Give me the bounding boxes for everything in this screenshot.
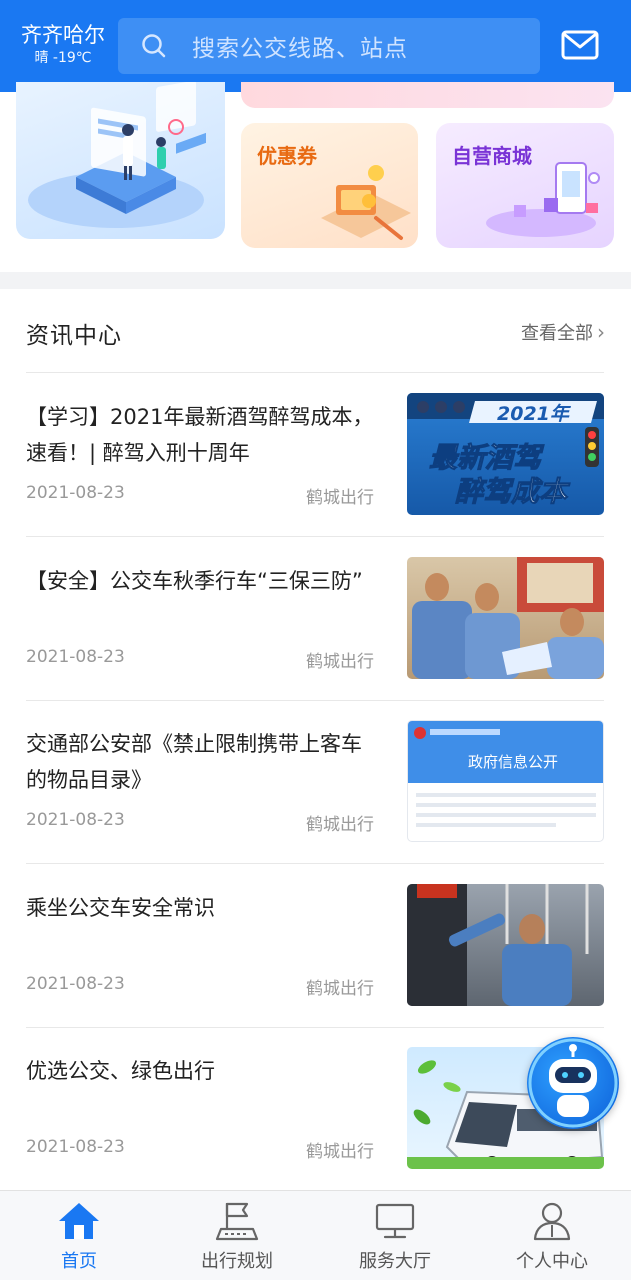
tab-label: 服务大厅 bbox=[359, 1251, 431, 1272]
news-item-source: 鹤城出行 bbox=[306, 815, 374, 835]
news-item-source: 鹤城出行 bbox=[306, 488, 374, 508]
city-name[interactable]: 齐齐哈尔 bbox=[18, 22, 108, 48]
news-item[interactable]: 乘坐公交车安全常识 2021-08-23 鹤城出行 bbox=[0, 864, 631, 1028]
bottom-tab-bar: 首页 出行规划 服务大厅 个人中心 bbox=[0, 1190, 631, 1280]
news-item-date: 2021-08-23 bbox=[26, 974, 125, 994]
news-item-date: 2021-08-23 bbox=[26, 810, 125, 830]
news-thumbnail bbox=[407, 884, 604, 1006]
poster-line-1: 最新酒驾 bbox=[429, 441, 545, 474]
news-item[interactable]: 【安全】公交车秋季行车“三保三防” 2021-08-23 鹤城出行 bbox=[0, 537, 631, 701]
promo-card-feature[interactable] bbox=[16, 82, 225, 239]
tab-home[interactable]: 首页 bbox=[0, 1191, 158, 1280]
section-gap bbox=[0, 272, 631, 289]
news-item-title: 【安全】公交车秋季行车“三保三防” bbox=[26, 569, 363, 593]
top-header: 齐齐哈尔 晴 -19℃ 搜索公交线路、站点 bbox=[0, 0, 631, 92]
news-section-header: 资讯中心 查看全部 › bbox=[0, 289, 631, 373]
bus-interior-photo bbox=[407, 884, 589, 1006]
promo-card-mall[interactable]: 自营商城 bbox=[436, 123, 614, 248]
tab-label: 出行规划 bbox=[201, 1251, 273, 1272]
coupon-illustration bbox=[321, 165, 411, 240]
user-icon bbox=[533, 1202, 571, 1241]
news-item-date: 2021-08-23 bbox=[26, 1137, 125, 1157]
view-all-label: 查看全部 bbox=[521, 323, 593, 344]
officers-photo bbox=[412, 557, 604, 679]
news-item-title: 【学习】2021年最新酒驾醉驾成本，速看！| 醉驾入刑十周年 bbox=[26, 405, 374, 465]
mail-icon[interactable] bbox=[560, 28, 600, 62]
news-thumbnail: 政府信息公开 bbox=[407, 720, 604, 842]
mall-illustration bbox=[486, 162, 600, 237]
news-thumbnail: 2021年 最新酒驾 醉驾成本 bbox=[407, 393, 604, 515]
search-icon bbox=[142, 34, 166, 58]
news-item-title: 优选公交、绿色出行 bbox=[26, 1059, 215, 1083]
news-item[interactable]: 交通部公安部《禁止限制携带上客车的物品目录》 2021-08-23 鹤城出行 政… bbox=[0, 700, 631, 864]
news-item-source: 鹤城出行 bbox=[306, 1142, 374, 1162]
view-all-link[interactable]: 查看全部 › bbox=[521, 319, 605, 345]
promo-card-banner[interactable] bbox=[241, 82, 614, 108]
gov-info-heading: 政府信息公开 bbox=[468, 753, 558, 771]
news-section-title: 资讯中心 bbox=[26, 323, 122, 349]
tab-profile[interactable]: 个人中心 bbox=[473, 1191, 631, 1280]
poster-year: 2021年 bbox=[497, 403, 572, 425]
news-thumbnail bbox=[407, 557, 604, 679]
news-item-source: 鹤城出行 bbox=[306, 979, 374, 999]
tab-label: 首页 bbox=[61, 1251, 97, 1272]
search-placeholder[interactable]: 搜索公交线路、站点 bbox=[192, 29, 408, 63]
city-weather-block[interactable]: 齐齐哈尔 晴 -19℃ bbox=[18, 22, 108, 68]
drunk-driving-poster: 2021年 最新酒驾 醉驾成本 bbox=[407, 393, 604, 509]
news-item-date: 2021-08-23 bbox=[26, 483, 125, 503]
gov-info-screenshot: 政府信息公开 bbox=[408, 721, 603, 827]
promo-area: 优惠券 自营商城 bbox=[0, 82, 631, 272]
weather-text: 晴 -19℃ bbox=[34, 50, 92, 66]
assistant-robot-button[interactable] bbox=[527, 1037, 619, 1129]
search-bar[interactable]: 搜索公交线路、站点 bbox=[118, 18, 540, 74]
tab-service-hall[interactable]: 服务大厅 bbox=[316, 1191, 474, 1280]
news-item-title: 乘坐公交车安全常识 bbox=[26, 896, 215, 920]
news-item-title: 交通部公安部《禁止限制携带上客车的物品目录》 bbox=[26, 732, 362, 792]
office-illustration bbox=[28, 82, 206, 228]
robot-icon bbox=[528, 1038, 618, 1128]
poster-line-2: 醉驾成本 bbox=[455, 475, 571, 508]
promo-card-coupon[interactable]: 优惠券 bbox=[241, 123, 418, 248]
monitor-icon bbox=[375, 1203, 415, 1239]
news-item[interactable]: 【学习】2021年最新酒驾醉驾成本，速看！| 醉驾入刑十周年 2021-08-2… bbox=[0, 373, 631, 537]
home-icon bbox=[59, 1203, 99, 1239]
tab-label: 个人中心 bbox=[516, 1251, 588, 1272]
route-plan-icon bbox=[215, 1202, 259, 1241]
news-item-date: 2021-08-23 bbox=[26, 647, 125, 667]
tab-route-plan[interactable]: 出行规划 bbox=[158, 1191, 316, 1280]
chevron-right-icon: › bbox=[597, 320, 605, 344]
news-item-source: 鹤城出行 bbox=[306, 652, 374, 672]
